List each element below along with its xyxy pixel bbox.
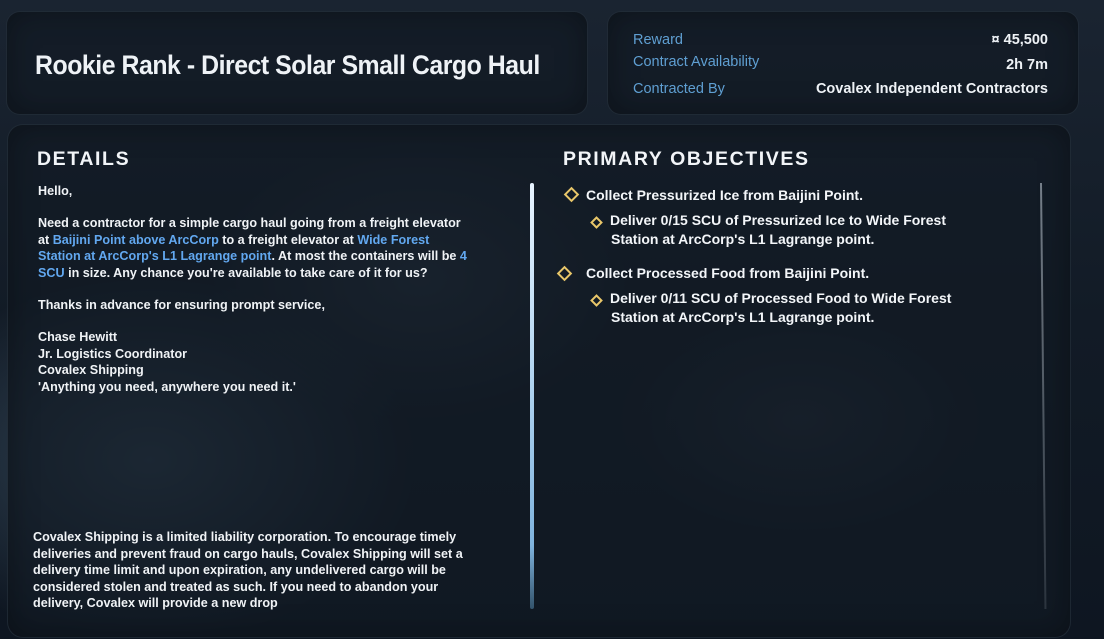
objective-2: Collect Processed Food from Baijini Poin… [586, 265, 870, 281]
legal-footer-text: Covalex Shipping is a limited liability … [33, 530, 463, 611]
contract-info-panel: Reward ¤ 45,500 Contract Availability 2h… [607, 11, 1079, 115]
contracted-by-value: Covalex Independent Contractors [815, 81, 1048, 97]
signature-motto: 'Anything you need, anywhere you need it… [38, 379, 296, 394]
sub-objective-1-line-1: Deliver 0/15 SCU of Pressurized Ice to W… [610, 212, 946, 228]
objectives-heading: PRIMARY OBJECTIVES [563, 148, 810, 170]
objective-diamond-icon [563, 186, 580, 203]
details-text-2: to a freight elevator at [218, 232, 358, 247]
signature-role: Jr. Logistics Coordinator [38, 346, 188, 361]
pickup-location-link: Baijini Point above ArcCorp [52, 232, 219, 247]
contract-title: Rookie Rank - Direct Solar Small Cargo H… [35, 50, 540, 80]
thanks-text: Thanks in advance for ensuring prompt se… [38, 298, 325, 313]
details-heading: DETAILS [37, 148, 131, 170]
availability-label: Contract Availability [633, 54, 760, 70]
sub-objective-2-line-1: Deliver 0/11 SCU of Processed Food to Wi… [610, 290, 952, 306]
details-paragraph: Need a contractor for a simple cargo hau… [38, 215, 468, 281]
contract-main-panel: DETAILS Hello, Need a contractor for a s… [7, 124, 1071, 638]
details-text-3: . At most the containers will be [271, 249, 460, 264]
reward-value: ¤ 45,500 [991, 32, 1048, 48]
sub-objective-diamond-icon [590, 294, 603, 307]
sub-objective-diamond-icon [590, 216, 603, 229]
details-body[interactable]: Hello, Need a contractor for a simple ca… [38, 183, 468, 395]
objective-diamond-icon [556, 265, 573, 282]
details-text-4: in size. Any chance you're available to … [64, 265, 428, 280]
signature-company: Covalex Shipping [38, 363, 144, 378]
objective-1: Collect Pressurized Ice from Baijini Poi… [586, 187, 863, 203]
sub-objective-2-line-2: Station at ArcCorp's L1 Lagrange point. [611, 309, 875, 325]
objectives-scrollbar[interactable] [1040, 182, 1047, 609]
contract-title-panel: Rookie Rank - Direct Solar Small Cargo H… [6, 11, 588, 115]
sub-objective-1-line-2: Station at ArcCorp's L1 Lagrange point. [611, 231, 875, 247]
signature-name: Chase Hewitt [38, 330, 118, 345]
greeting-text: Hello, [38, 184, 73, 198]
reward-label: Reward [633, 32, 683, 48]
contracted-by-label: Contracted By [633, 81, 725, 97]
availability-value: 2h 7m [1006, 57, 1048, 73]
details-scrollbar[interactable] [530, 183, 534, 609]
